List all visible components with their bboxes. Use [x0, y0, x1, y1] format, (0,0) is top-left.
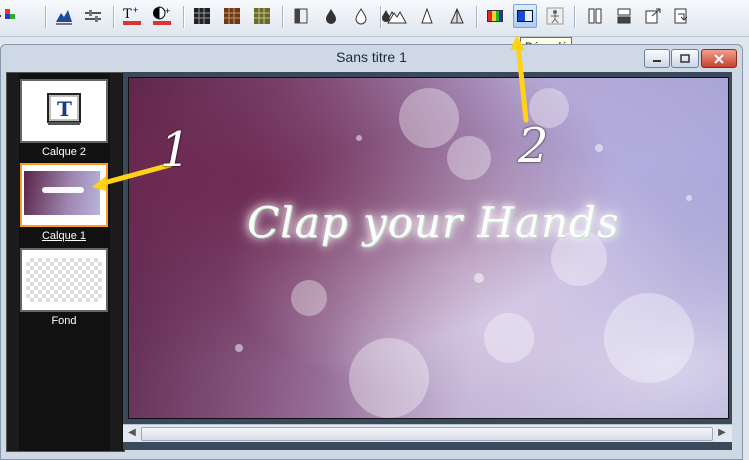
layer-item-fond[interactable]: Fond — [20, 248, 108, 327]
maximize-button[interactable] — [671, 49, 699, 68]
histogram-icon[interactable] — [53, 5, 75, 27]
text-auto-icon[interactable]: T + — [121, 5, 143, 27]
window-title: Sans titre 1 — [336, 49, 407, 65]
layer-item-calque-1[interactable]: Calque 1 — [20, 163, 108, 242]
title-bar[interactable]: Sans titre 1 — [1, 45, 742, 71]
color-palette-icon[interactable] — [484, 5, 506, 27]
layer-thumbnail[interactable] — [20, 163, 108, 227]
grid-olive-icon[interactable] — [251, 5, 273, 27]
close-icon — [714, 53, 724, 64]
export-icon[interactable] — [642, 5, 664, 27]
scrollbar-thumb[interactable] — [141, 427, 713, 441]
layer-label: Fond — [51, 315, 77, 327]
svg-text:T: T — [123, 7, 132, 22]
book-icon[interactable] — [584, 5, 606, 27]
horizontal-scrollbar[interactable]: ◀ ▶ — [123, 424, 732, 442]
toolbar: T + + — [0, 0, 749, 37]
grid-brown-icon[interactable] — [221, 5, 243, 27]
text-contrast-auto-icon[interactable]: + — [151, 5, 173, 27]
image-canvas[interactable]: Clap your Hands — [128, 77, 729, 419]
svg-text:+: + — [165, 6, 170, 16]
canvas-area: Clap your Hands ◀ ▶ — [123, 72, 732, 450]
drop-icon[interactable] — [320, 5, 342, 27]
svg-text:T: T — [57, 97, 72, 121]
layer-label: Calque 2 — [41, 146, 87, 158]
film-strip-left — [7, 73, 19, 451]
scroll-right-icon[interactable]: ▶ — [716, 427, 728, 439]
figure-icon[interactable] — [544, 5, 566, 27]
close-button[interactable] — [701, 49, 737, 68]
annotation-label-1: 1 — [160, 122, 191, 178]
layers-panel: T Calque 2 Calque 1 Fond — [6, 72, 125, 452]
annotation-label-2: 2 — [518, 118, 549, 174]
gradient-icon[interactable] — [513, 4, 537, 28]
scroll-left-icon[interactable]: ◀ — [126, 427, 138, 439]
sliders-icon[interactable] — [82, 5, 104, 27]
mountain-icon[interactable] — [386, 5, 408, 27]
grid-dark-icon[interactable] — [191, 5, 213, 27]
text-layer-icon: T — [47, 93, 81, 125]
layers-icon[interactable] — [613, 5, 635, 27]
transparency-checker — [26, 258, 102, 302]
canvas-title-text: Clap your Hands — [247, 198, 620, 247]
layer-thumbnail[interactable]: T — [20, 79, 108, 143]
drop-outline-icon[interactable] — [350, 5, 372, 27]
import-icon[interactable] — [671, 5, 693, 27]
layer-thumbnail[interactable] — [20, 248, 108, 312]
channel-icon[interactable] — [0, 5, 16, 27]
film-strip-right — [110, 73, 122, 451]
texture-overlay — [235, 88, 694, 418]
layer-label: Calque 1 — [41, 230, 87, 242]
pyramid-icon[interactable] — [446, 5, 468, 27]
layer-item-calque-2[interactable]: T Calque 2 — [20, 79, 108, 158]
cone-icon[interactable] — [416, 5, 438, 27]
document-window: Sans titre 1 T Calque 2 Calque 1 Fond Cl… — [0, 44, 743, 460]
svg-text:+: + — [133, 5, 138, 15]
mask-layer-icon[interactable] — [290, 5, 312, 27]
minimize-button[interactable] — [644, 49, 670, 68]
